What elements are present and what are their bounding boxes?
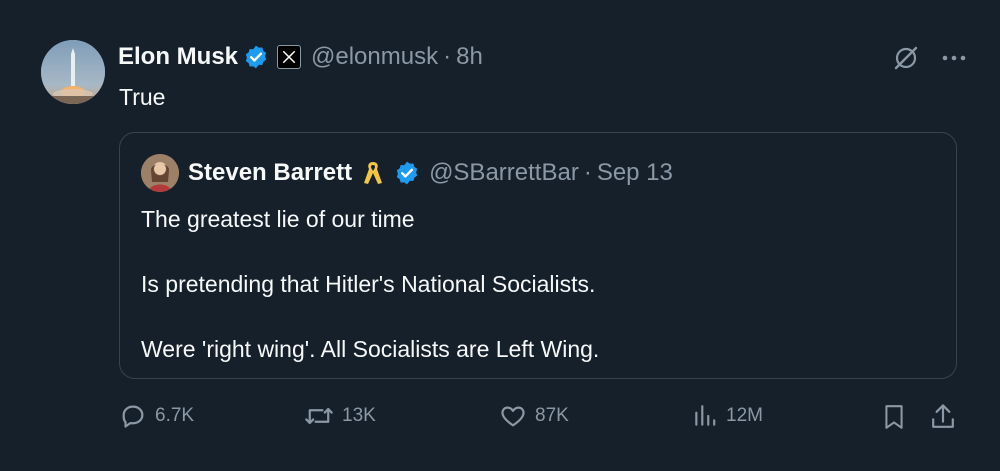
like-button[interactable]: 87K [499, 402, 569, 430]
repost-button[interactable]: 13K [304, 402, 376, 430]
like-count: 87K [535, 405, 569, 426]
quoted-author-name[interactable]: Steven Barrett [188, 159, 352, 187]
tweet-text: True [119, 84, 166, 110]
quoted-author-header: Steven Barrett @SBarrettBar · Sep 13 [141, 153, 673, 193]
quoted-paragraph: Is pretending that Hitler's National Soc… [141, 271, 596, 297]
reply-icon [119, 402, 147, 430]
separator-dot: · [583, 159, 592, 186]
heart-icon [499, 402, 527, 430]
quoted-paragraph: Were 'right wing'. All Socialists are Le… [141, 336, 600, 362]
more-icon[interactable] [942, 54, 966, 62]
verified-badge-icon [394, 160, 420, 186]
quoted-tweet-text: The greatest lie of our time Is pretendi… [141, 203, 599, 365]
share-button[interactable] [929, 402, 957, 432]
reply-count: 6.7K [155, 405, 195, 426]
yellow-ribbon-icon [362, 159, 384, 187]
separator-dot: · [443, 43, 452, 70]
views-icon [692, 402, 718, 430]
quoted-tweet-date[interactable]: Sep 13 [597, 159, 673, 187]
author-header: Elon Musk @elonmusk · 8h [118, 40, 483, 74]
tweet: Elon Musk @elonmusk · 8h True Steven Bar… [0, 0, 1000, 471]
author-name[interactable]: Elon Musk [118, 43, 238, 71]
share-icon [929, 402, 957, 432]
bookmark-button[interactable] [881, 402, 907, 432]
quoted-author-handle[interactable]: @SBarrettBar [429, 159, 579, 187]
x-logo-icon[interactable] [277, 45, 302, 69]
tweet-top-actions [892, 44, 966, 72]
reply-button[interactable]: 6.7K [119, 402, 194, 430]
grok-icon[interactable] [892, 44, 920, 72]
repost-icon [304, 402, 334, 430]
author-handle[interactable]: @elonmusk [311, 43, 438, 71]
bookmark-icon [881, 402, 907, 432]
repost-count: 13K [342, 405, 376, 426]
tweet-action-bar: 6.7K 13K 87K 12M [119, 400, 960, 434]
views-button[interactable]: 12M [692, 402, 763, 430]
verified-badge-icon [243, 44, 269, 70]
quoted-author-avatar[interactable] [141, 154, 179, 192]
quoted-tweet[interactable]: Steven Barrett @SBarrettBar · Sep 13 The… [119, 132, 957, 379]
author-avatar[interactable] [41, 40, 105, 104]
tweet-timestamp[interactable]: 8h [456, 43, 483, 71]
views-count: 12M [726, 405, 763, 426]
quoted-paragraph: The greatest lie of our time [141, 206, 415, 232]
